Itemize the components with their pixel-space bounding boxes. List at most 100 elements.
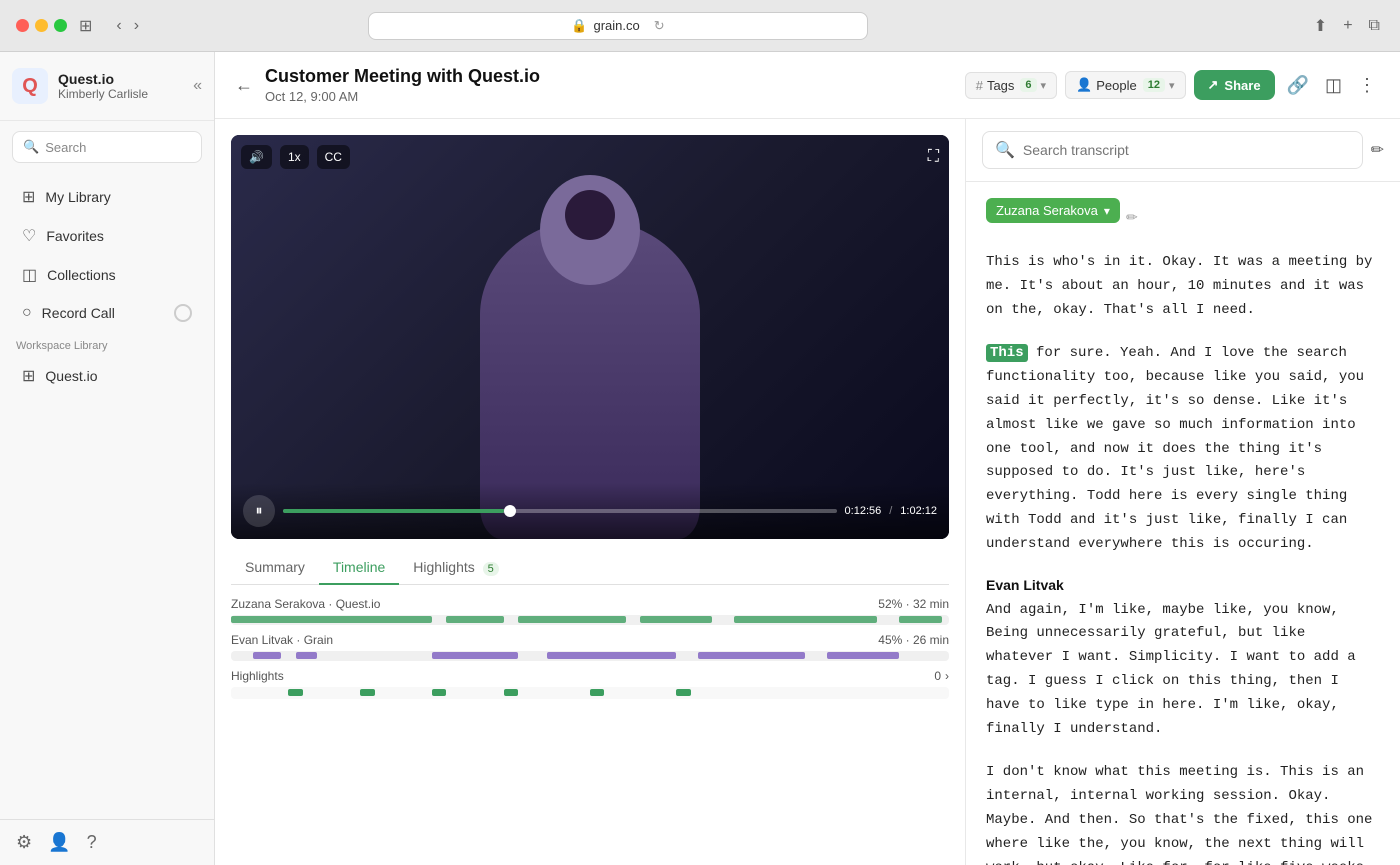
speaker-stats-zuzana: 52% · 32 min	[878, 597, 949, 611]
settings-button[interactable]: ⚙	[16, 832, 32, 853]
track-seg-4	[640, 616, 712, 623]
close-button[interactable]	[16, 19, 29, 32]
header-actions: # Tags 6 ▾ 👤 People 12 ▾ ↗ Share 🔗 ◫ ⋮	[965, 70, 1380, 100]
speaker-filter-button[interactable]: Zuzana Serakova ▾	[986, 198, 1120, 223]
more-options-button[interactable]: ⋮	[1354, 71, 1380, 100]
address-bar[interactable]: 🔒 grain.co ↻	[368, 12, 868, 40]
speaker-name-evan: Evan Litvak	[986, 577, 1380, 593]
tags-label: Tags	[987, 78, 1014, 93]
sidebar-item-collections[interactable]: ◫ Collections	[6, 256, 208, 294]
sidebar-item-favorites[interactable]: ♡ Favorites	[6, 217, 208, 255]
main-content: ← Customer Meeting with Quest.io Oct 12,…	[215, 52, 1400, 865]
transcript-search-input[interactable]	[1023, 142, 1350, 158]
tab-timeline[interactable]: Timeline	[319, 551, 399, 585]
browser-nav: ‹ ›	[112, 13, 143, 39]
highlight-word: This	[986, 344, 1028, 362]
video-panel: 🔊 1x CC ⛶ ⏸ 0:12:56 / 1:0	[215, 119, 965, 865]
evan-seg-3	[432, 652, 518, 659]
transcript-block-3: Evan Litvak And again, I'm like, maybe l…	[986, 577, 1380, 742]
timeline-track-evan[interactable]	[231, 651, 949, 661]
tab-highlights[interactable]: Highlights 5	[399, 551, 513, 585]
meeting-info: Customer Meeting with Quest.io Oct 12, 9…	[265, 66, 953, 104]
timeline-track-zuzana[interactable]	[231, 615, 949, 625]
workspace-label: Workspace Library	[0, 332, 214, 356]
track-seg-1	[231, 616, 432, 623]
highlights-badge: 5	[483, 562, 499, 576]
forward-nav-button[interactable]: ›	[130, 13, 143, 39]
meeting-title: Customer Meeting with Quest.io	[265, 66, 953, 87]
minimize-button[interactable]	[35, 19, 48, 32]
maximize-button[interactable]	[54, 19, 67, 32]
time-separator: /	[889, 505, 892, 517]
tab-timeline-label: Timeline	[333, 559, 385, 575]
help-button[interactable]: ?	[87, 832, 97, 853]
timeline-row-header-zuzana: Zuzana Serakova · Quest.io 52% · 32 min	[231, 597, 949, 611]
transcript-block-1: This is who's in it. Okay. It was a meet…	[986, 251, 1380, 322]
evan-seg-4	[547, 652, 676, 659]
link-button[interactable]: 🔗	[1283, 71, 1313, 100]
back-nav-button[interactable]: ‹	[112, 13, 125, 39]
brand-name: Quest.io	[58, 71, 183, 87]
browser-chrome: ⊞ ‹ › 🔒 grain.co ↻ ⬆ + ⧉	[0, 0, 1400, 52]
sidebar-search[interactable]: 🔍 Search	[12, 131, 202, 163]
tab-summary-label: Summary	[245, 559, 305, 575]
sidebar-item-questio-label: Quest.io	[45, 368, 97, 384]
speed-button[interactable]: 1x	[280, 145, 309, 169]
sidebar-item-questio[interactable]: ⊞ Quest.io	[6, 357, 208, 395]
people-count: 12	[1143, 78, 1165, 92]
highlights-row-count: 0 ›	[934, 669, 949, 683]
captions-button[interactable]: CC	[317, 145, 350, 169]
fullscreen-button[interactable]: ⛶	[928, 148, 939, 166]
share-browser-button[interactable]: ⬆	[1310, 12, 1331, 40]
highlights-label: Highlights	[231, 669, 284, 683]
transcript-text-4: I don't know what this meeting is. This …	[986, 761, 1380, 865]
pause-button[interactable]: ⏸	[243, 495, 275, 527]
sidebar-item-library[interactable]: ⊞ My Library	[6, 178, 208, 216]
timeline-thumb	[504, 505, 516, 517]
sidebar-footer: ⚙ 👤 ?	[0, 819, 214, 865]
brand-user: Kimberly Carlisle	[58, 87, 183, 101]
nav-items: ⊞ My Library ♡ Favorites ◫ Collections ○…	[0, 173, 214, 819]
tab-highlights-label: Highlights	[413, 559, 474, 575]
speaker-edit-button[interactable]: ✏	[1126, 209, 1138, 226]
timeline-row-evan: Evan Litvak · Grain 45% · 26 min	[231, 633, 949, 661]
highlights-row: Highlights 0 ›	[231, 669, 949, 699]
speaker-label-evan: Evan Litvak · Grain	[231, 633, 333, 647]
track-seg-3	[518, 616, 626, 623]
add-person-button[interactable]: 👤	[48, 832, 70, 853]
highlights-chevron-icon: ›	[945, 669, 949, 683]
search-label: Search	[45, 140, 86, 155]
transcript-edit-button[interactable]: ✏	[1371, 140, 1384, 160]
library-icon: ⊞	[22, 187, 35, 207]
layers-button[interactable]: ◫	[1321, 71, 1346, 100]
tags-chip[interactable]: # Tags 6 ▾	[965, 72, 1057, 99]
brand-logo: Q	[12, 68, 48, 104]
search-input-container[interactable]: 🔍	[982, 131, 1363, 169]
sidebar-item-record[interactable]: ○ Record Call	[6, 295, 208, 331]
tab-summary[interactable]: Summary	[231, 551, 319, 585]
record-badge	[174, 304, 192, 322]
sidebar-item-record-label: Record Call	[42, 305, 115, 321]
highlights-track[interactable]	[231, 687, 949, 699]
tabs-button[interactable]: ⧉	[1365, 12, 1384, 40]
transcript-body: Zuzana Serakova ▾ ✏ This is who's in it.…	[966, 182, 1400, 865]
people-chip[interactable]: 👤 People 12 ▾	[1065, 71, 1185, 99]
speaker-stats-evan: 45% · 26 min	[878, 633, 949, 647]
app-container: Q Quest.io Kimberly Carlisle « 🔍 Search …	[0, 52, 1400, 865]
track-seg-2	[446, 616, 503, 623]
share-button[interactable]: ↗ Share	[1194, 70, 1275, 100]
sidebar-toggle-button[interactable]: ⊞	[79, 16, 92, 36]
volume-button[interactable]: 🔊	[241, 145, 272, 169]
evan-seg-2	[296, 652, 318, 659]
sidebar-collapse-button[interactable]: «	[193, 77, 202, 95]
heart-icon: ♡	[22, 226, 36, 246]
back-button[interactable]: ←	[235, 75, 253, 96]
meeting-date: Oct 12, 9:00 AM	[265, 89, 953, 104]
timeline-progress	[283, 509, 504, 513]
video-controls-overlay: ⏸ 0:12:56 / 1:02:12	[231, 483, 949, 539]
workspace-icon: ⊞	[22, 366, 35, 386]
new-tab-button[interactable]: +	[1339, 12, 1356, 40]
video-timeline[interactable]	[283, 509, 837, 513]
people-chevron-icon: ▾	[1169, 79, 1175, 92]
record-icon: ○	[22, 304, 32, 322]
